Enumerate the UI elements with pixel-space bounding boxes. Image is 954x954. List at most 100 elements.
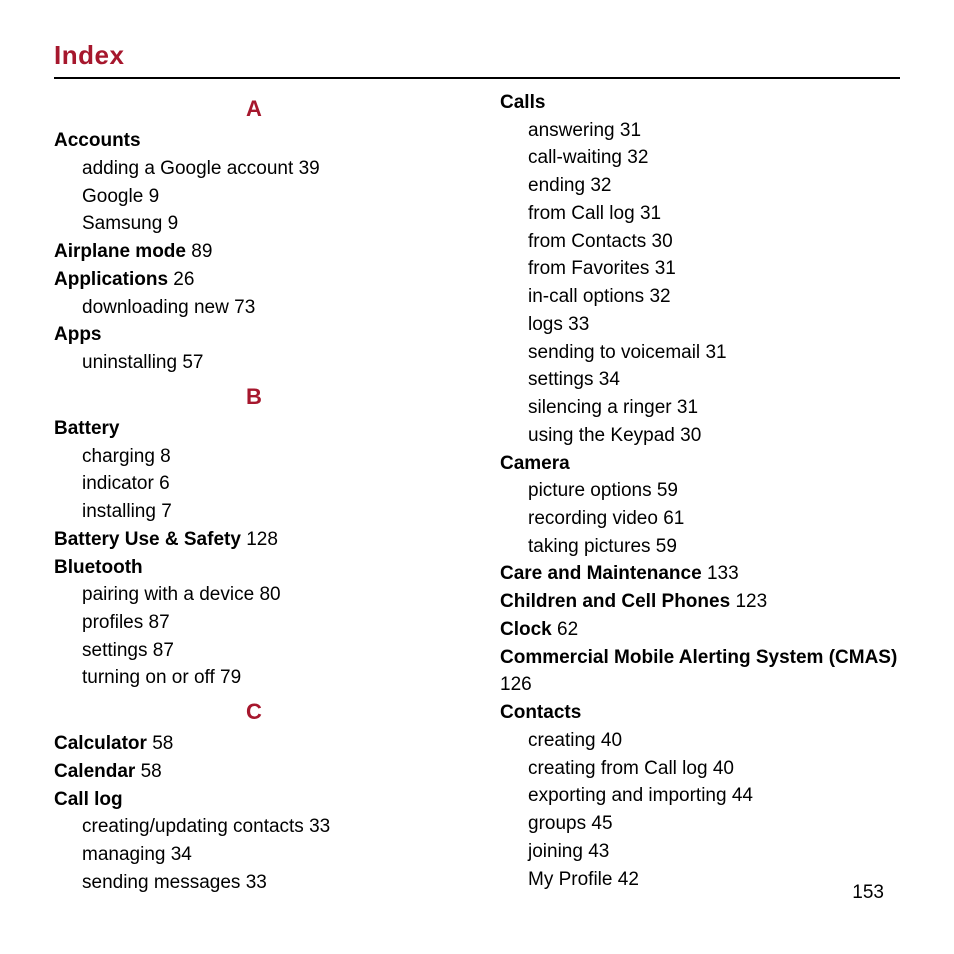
- index-entry-head: Airplane mode 89: [54, 238, 454, 266]
- index-subentry: recording video 61: [500, 505, 900, 533]
- index-page-ref[interactable]: 31: [677, 397, 698, 418]
- section-letter: B: [54, 381, 454, 413]
- index-page-ref[interactable]: 33: [246, 872, 267, 893]
- index-subterm: answering: [528, 120, 615, 141]
- index-page-ref[interactable]: 62: [557, 619, 578, 640]
- index-page-ref[interactable]: 73: [234, 297, 255, 318]
- index-subterm: from Contacts: [528, 231, 646, 252]
- index-subentry: groups 45: [500, 810, 900, 838]
- index-subterm: in-call options: [528, 286, 644, 307]
- index-subentry: installing 7: [54, 498, 454, 526]
- index-page-ref[interactable]: 8: [160, 446, 171, 467]
- index-page-ref[interactable]: 42: [618, 869, 639, 890]
- index-subterm: joining: [528, 841, 583, 862]
- index-page-ref[interactable]: 79: [220, 667, 241, 688]
- index-subentry: adding a Google account 39: [54, 155, 454, 183]
- index-page-ref-line: 126: [500, 671, 900, 699]
- index-page-ref[interactable]: 59: [656, 536, 677, 557]
- index-term: Children and Cell Phones: [500, 591, 730, 612]
- index-subentry: sending to voicemail 31: [500, 339, 900, 367]
- index-subentry: sending messages 33: [54, 869, 454, 897]
- index-term: Calls: [500, 92, 545, 113]
- index-subentry: using the Keypad 30: [500, 422, 900, 450]
- index-subterm: uninstalling: [82, 352, 177, 373]
- index-page-ref[interactable]: 30: [652, 231, 673, 252]
- index-page-ref[interactable]: 31: [705, 342, 726, 363]
- index-page-ref[interactable]: 26: [173, 269, 194, 290]
- index-entry-head: Apps: [54, 321, 454, 349]
- index-page-ref[interactable]: 39: [299, 158, 320, 179]
- index-entry-head: Bluetooth: [54, 554, 454, 582]
- index-page-ref[interactable]: 32: [649, 286, 670, 307]
- index-page-ref[interactable]: 89: [191, 241, 212, 262]
- index-page-ref[interactable]: 58: [152, 733, 173, 754]
- index-page-ref[interactable]: 40: [713, 758, 734, 779]
- index-page-ref[interactable]: 57: [182, 352, 203, 373]
- index-entry-head: Call log: [54, 786, 454, 814]
- index-subentry: silencing a ringer 31: [500, 394, 900, 422]
- index-page-ref[interactable]: 87: [153, 640, 174, 661]
- index-subterm: pairing with a device: [82, 584, 254, 605]
- index-page: Index A Accounts adding a Google account 3…: [0, 0, 954, 954]
- index-subterm: taking pictures: [528, 536, 651, 557]
- index-term: Accounts: [54, 130, 141, 151]
- index-page-ref[interactable]: 33: [309, 816, 330, 837]
- index-page-ref[interactable]: 32: [627, 147, 648, 168]
- index-subterm: indicator: [82, 473, 154, 494]
- index-term: Clock: [500, 619, 552, 640]
- index-page-ref[interactable]: 133: [707, 563, 739, 584]
- index-page-ref[interactable]: 7: [161, 501, 172, 522]
- index-subterm: charging: [82, 446, 155, 467]
- index-page-ref[interactable]: 44: [732, 785, 753, 806]
- index-page-ref[interactable]: 43: [588, 841, 609, 862]
- index-subterm: ending: [528, 175, 585, 196]
- index-page-ref[interactable]: 128: [246, 529, 278, 550]
- index-subentry: Samsung 9: [54, 210, 454, 238]
- section-letter: A: [54, 93, 454, 125]
- index-page-ref[interactable]: 32: [590, 175, 611, 196]
- index-page-ref[interactable]: 34: [171, 844, 192, 865]
- page-title: Index: [54, 40, 900, 71]
- index-subterm: Google: [82, 186, 143, 207]
- index-column-right: Callsanswering 31call-waiting 32ending 3…: [500, 89, 900, 897]
- index-page-ref[interactable]: 31: [620, 120, 641, 141]
- index-subterm: groups: [528, 813, 586, 834]
- index-subentry: settings 34: [500, 366, 900, 394]
- index-entry-head: Contacts: [500, 699, 900, 727]
- index-subentry: from Favorites 31: [500, 255, 900, 283]
- index-entry-head: Commercial Mobile Alerting System (CMAS): [500, 644, 900, 672]
- index-subentry: creating/updating contacts 33: [54, 813, 454, 841]
- index-subterm: Samsung: [82, 213, 162, 234]
- index-subterm: turning on or off: [82, 667, 215, 688]
- index-page-ref[interactable]: 30: [680, 425, 701, 446]
- index-page-ref[interactable]: 59: [657, 480, 678, 501]
- index-page-ref[interactable]: 123: [735, 591, 767, 612]
- index-subentry: managing 34: [54, 841, 454, 869]
- index-page-ref[interactable]: 45: [591, 813, 612, 834]
- index-page-ref[interactable]: 33: [568, 314, 589, 335]
- index-subentry: joining 43: [500, 838, 900, 866]
- index-subterm: My Profile: [528, 869, 612, 890]
- index-page-ref[interactable]: 9: [149, 186, 160, 207]
- index-page-ref[interactable]: 40: [601, 730, 622, 751]
- index-entry-head: Clock 62: [500, 616, 900, 644]
- index-subentry: taking pictures 59: [500, 533, 900, 561]
- index-page-ref[interactable]: 126: [500, 674, 532, 695]
- index-page-ref[interactable]: 61: [663, 508, 684, 529]
- index-page-ref[interactable]: 58: [141, 761, 162, 782]
- index-subterm: silencing a ringer: [528, 397, 672, 418]
- index-page-ref[interactable]: 31: [655, 258, 676, 279]
- index-subterm: settings: [82, 640, 147, 661]
- index-page-ref[interactable]: 31: [640, 203, 661, 224]
- index-subterm: downloading new: [82, 297, 229, 318]
- index-page-ref[interactable]: 34: [599, 369, 620, 390]
- index-page-ref[interactable]: 9: [168, 213, 179, 234]
- index-page-ref[interactable]: 87: [149, 612, 170, 633]
- index-term: Camera: [500, 453, 570, 474]
- index-entry-head: Camera: [500, 450, 900, 478]
- index-page-ref[interactable]: 80: [259, 584, 280, 605]
- index-subentry: indicator 6: [54, 470, 454, 498]
- index-page-ref[interactable]: 6: [159, 473, 170, 494]
- index-subentry: Google 9: [54, 183, 454, 211]
- index-subentry: My Profile 42: [500, 866, 900, 894]
